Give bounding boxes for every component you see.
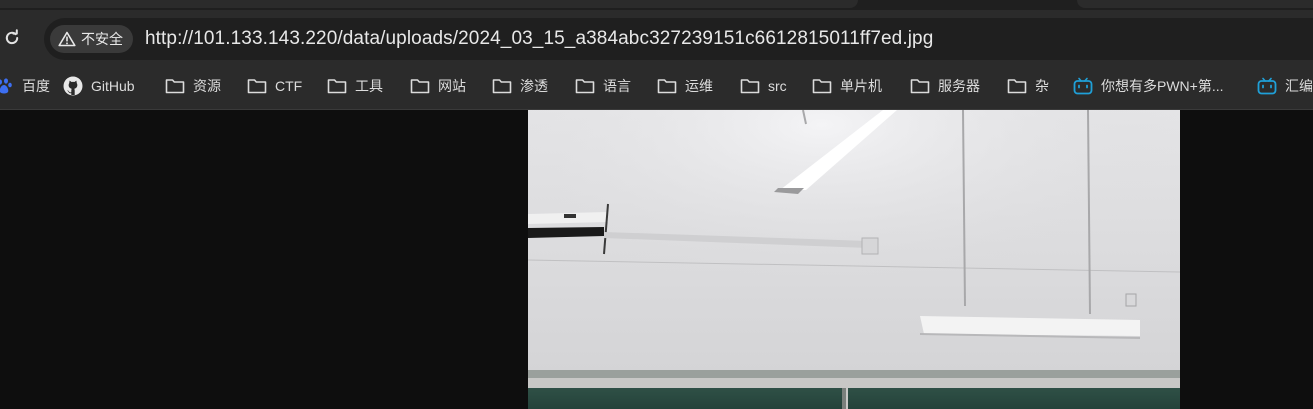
github-icon xyxy=(63,76,83,96)
folder-icon xyxy=(657,76,677,96)
folder-icon xyxy=(575,76,595,96)
bookmark-folder-misc[interactable]: 杂 xyxy=(1007,68,1049,104)
bookmark-label: 单片机 xyxy=(840,78,882,94)
bookmark-label: 语言 xyxy=(603,78,631,94)
folder-icon xyxy=(1007,76,1027,96)
folder-icon xyxy=(327,76,347,96)
viewed-image[interactable] xyxy=(528,110,1180,409)
bookmark-label: 服务器 xyxy=(938,78,980,94)
url-text[interactable]: http://101.133.143.220/data/uploads/2024… xyxy=(145,28,933,50)
bookmark-folder-ctf[interactable]: CTF xyxy=(247,68,302,104)
folder-icon xyxy=(247,76,267,96)
bookmark-github[interactable]: GitHub xyxy=(63,68,135,104)
bookmark-folder-websites[interactable]: 网站 xyxy=(410,68,466,104)
bookmark-folder-server[interactable]: 服务器 xyxy=(910,68,980,104)
bookmark-folder-pentest[interactable]: 渗透 xyxy=(492,68,548,104)
bookmark-folder-mcu[interactable]: 单片机 xyxy=(812,68,882,104)
bookmark-baidu[interactable]: 百度 xyxy=(0,68,50,104)
bilibili-icon xyxy=(1257,76,1277,96)
bookmark-label: 资源 xyxy=(193,78,221,94)
bilibili-icon xyxy=(1073,76,1093,96)
image-viewer xyxy=(0,110,1313,409)
bookmark-label: 网站 xyxy=(438,78,466,94)
bookmark-label: 百度 xyxy=(22,78,50,94)
bookmark-label: CTF xyxy=(275,78,303,94)
folder-icon xyxy=(165,76,185,96)
bookmark-label: 渗透 xyxy=(520,78,548,94)
bookmark-folder-ops[interactable]: 运维 xyxy=(657,68,713,104)
bookmark-folder-tools[interactable]: 工具 xyxy=(327,68,383,104)
bookmark-label: 你想有多PWN+第... xyxy=(1101,78,1224,94)
bookmark-folder-resources[interactable]: 资源 xyxy=(165,68,221,104)
bookmark-folder-languages[interactable]: 语言 xyxy=(575,68,631,104)
folder-icon xyxy=(492,76,512,96)
folder-icon xyxy=(812,76,832,96)
bookmark-bilibili-asm[interactable]: 汇编 xyxy=(1257,68,1313,104)
bookmark-label: 工具 xyxy=(355,78,383,94)
inactive-tab[interactable] xyxy=(0,0,858,8)
security-label: 不安全 xyxy=(81,31,123,47)
bookmark-label: src xyxy=(768,78,787,94)
address-bar[interactable]: 不安全 http://101.133.143.220/data/uploads/… xyxy=(44,18,1313,60)
bookmark-folder-src[interactable]: src xyxy=(740,68,787,104)
bookmark-label: 杂 xyxy=(1035,78,1049,94)
bookmark-label: 运维 xyxy=(685,78,713,94)
tab-strip xyxy=(0,0,1313,10)
folder-icon xyxy=(740,76,760,96)
bookmark-label: GitHub xyxy=(91,78,135,94)
bookmark-label: 汇编 xyxy=(1285,78,1313,94)
inactive-tab[interactable] xyxy=(1077,0,1313,8)
reload-icon[interactable] xyxy=(2,27,22,49)
bookmark-bilibili-pwn[interactable]: 你想有多PWN+第... xyxy=(1073,68,1224,104)
bookmarks-bar: 百度 GitHub 资源 CTF 工具 网站 渗透 语言 运维 src 单片机 … xyxy=(0,68,1313,110)
warning-triangle-icon xyxy=(58,30,76,48)
folder-icon xyxy=(910,76,930,96)
browser-toolbar: 不安全 http://101.133.143.220/data/uploads/… xyxy=(0,10,1313,68)
security-indicator[interactable]: 不安全 xyxy=(50,25,133,53)
baidu-icon xyxy=(0,76,14,96)
folder-icon xyxy=(410,76,430,96)
